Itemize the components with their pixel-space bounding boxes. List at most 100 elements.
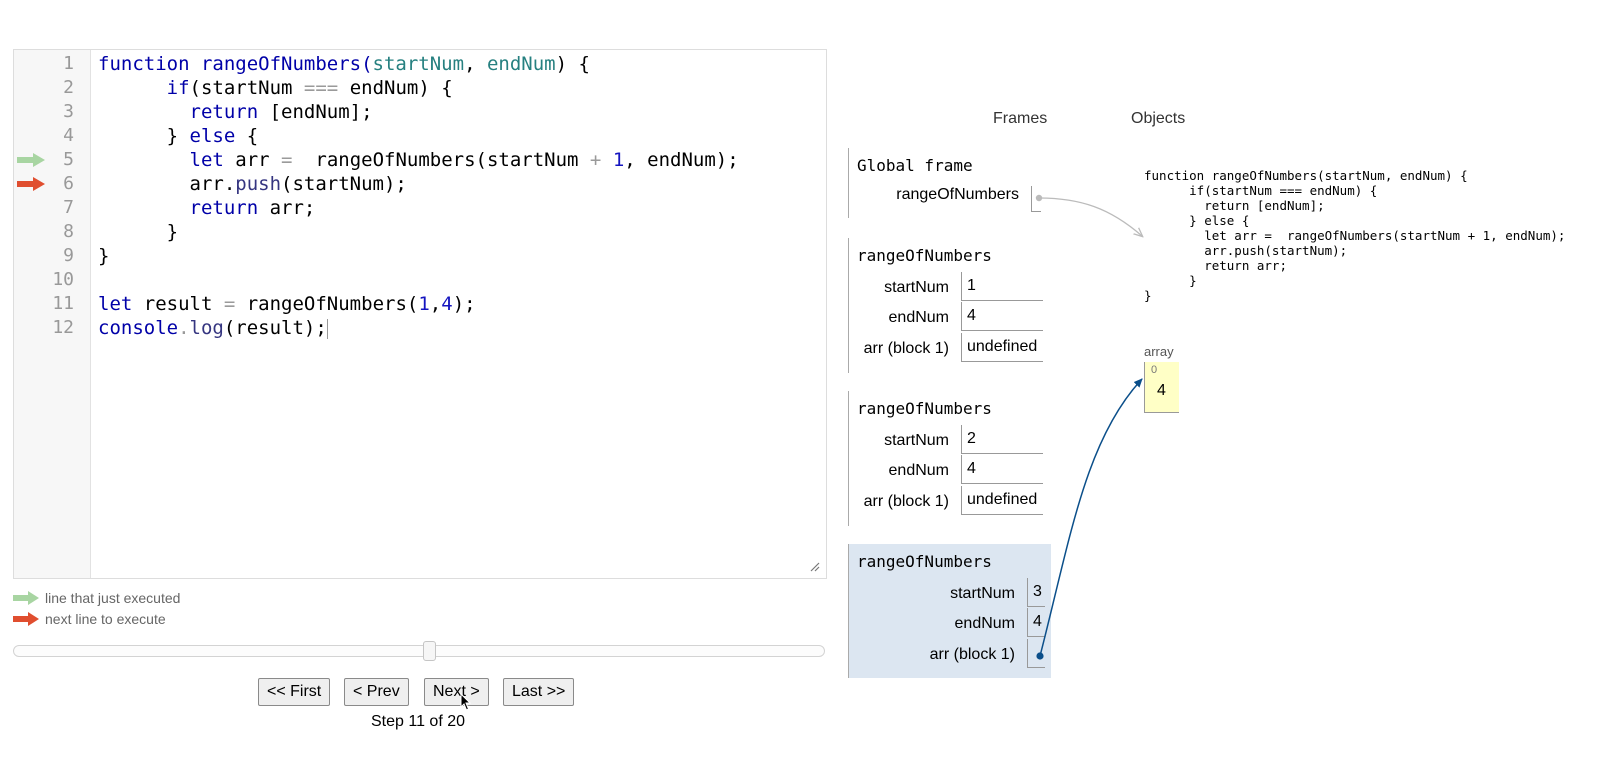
code-text: return arr; — [98, 196, 316, 220]
array-index: 0 — [1151, 364, 1158, 376]
step-counter: Step 11 of 20 — [371, 713, 465, 730]
code-token: return — [189, 101, 259, 123]
code-token: , — [464, 53, 487, 75]
global-pointer-arrow — [1038, 197, 1142, 236]
next-button[interactable]: Next > — [424, 678, 489, 706]
line-number: 1 — [63, 53, 74, 74]
code-token: arr; — [258, 197, 316, 219]
var-endNum: endNum — [888, 462, 949, 479]
var-arr: arr (block 1) — [863, 493, 949, 510]
var-startNum: startNum — [950, 585, 1015, 602]
code-line: 10 — [14, 268, 824, 292]
line-number: 9 — [63, 245, 74, 266]
code-token: rangeOfNumbers( — [235, 293, 419, 315]
mouse-cursor-icon — [460, 693, 472, 711]
code-token: result — [132, 293, 224, 315]
code-line: 4 } else { — [14, 124, 824, 148]
code-token: (result); — [223, 317, 327, 339]
value-arr: undefined — [961, 333, 1043, 362]
last-button[interactable]: Last >> — [503, 678, 575, 706]
legend-executed-label: line that just executed — [45, 590, 181, 606]
code-token: === — [303, 77, 339, 99]
code-token: ); — [452, 293, 476, 315]
global-var-rangeOfNumbers: rangeOfNumbers — [896, 186, 1019, 203]
code-token: else — [189, 125, 236, 147]
code-token: 1 — [612, 149, 625, 171]
code-token: } — [98, 245, 110, 267]
value-startNum: 3 — [1027, 578, 1045, 607]
text-cursor — [326, 318, 328, 339]
code-token: rangeOfNumbers( — [189, 53, 373, 75]
code-text: let arr = rangeOfNumbers(startNum + 1, e… — [98, 148, 739, 172]
code-token: console — [98, 317, 179, 339]
objects-heading: Objects — [1131, 110, 1186, 127]
code-text: return [endNum]; — [98, 100, 373, 124]
code-token: push — [235, 173, 282, 195]
code-token: endNum) { — [338, 77, 453, 99]
code-token: ) { — [555, 53, 590, 75]
code-token: rangeOfNumbers(startNum — [292, 149, 590, 171]
code-token: } — [98, 221, 179, 243]
var-startNum: startNum — [884, 432, 949, 449]
code-line: 3 return [endNum]; — [14, 100, 824, 124]
code-token: startNum — [372, 53, 465, 75]
code-token: + — [589, 149, 602, 171]
line-number: 4 — [63, 125, 74, 146]
code-text: console.log(result); — [98, 316, 328, 340]
code-text: } else { — [98, 124, 259, 148]
code-token: log — [189, 317, 224, 339]
code-token: = — [281, 149, 293, 171]
code-token: , — [429, 293, 442, 315]
call-frame-3-active: rangeOfNumbers startNum 3 endNum 4 arr (… — [848, 544, 1051, 678]
frame-title: rangeOfNumbers — [857, 399, 992, 418]
value-endNum: 4 — [1027, 608, 1045, 637]
line-number: 2 — [63, 77, 74, 98]
frame-title: rangeOfNumbers — [857, 552, 992, 571]
var-arr: arr (block 1) — [929, 646, 1015, 663]
code-line: 9} — [14, 244, 824, 268]
var-endNum: endNum — [954, 615, 1015, 632]
value-startNum: 1 — [961, 272, 1043, 301]
code-token: } — [98, 125, 190, 147]
call-frame-2: rangeOfNumbers startNum 2 endNum 4 arr (… — [848, 391, 1043, 526]
line-number: 7 — [63, 197, 74, 218]
var-arr: arr (block 1) — [863, 340, 949, 357]
code-line: 2 if(startNum === endNum) { — [14, 76, 824, 100]
value-endNum: 4 — [961, 455, 1043, 484]
call-frame-1: rangeOfNumbers startNum 1 endNum 4 arr (… — [848, 238, 1043, 373]
arr-pointer-box — [1027, 639, 1045, 668]
code-token: arr. — [98, 173, 236, 195]
resize-grip-icon[interactable] — [810, 562, 820, 572]
value-endNum: 4 — [961, 302, 1043, 331]
code-line: 5 let arr = rangeOfNumbers(startNum + 1,… — [14, 148, 824, 172]
step-slider-handle[interactable] — [423, 641, 436, 661]
green-arrow-icon — [13, 591, 39, 605]
legend-executed: line that just executed — [13, 589, 180, 607]
code-editor[interactable]: 1 function rangeOfNumbers(startNum, endNu… — [13, 49, 827, 579]
prev-button[interactable]: < Prev — [344, 678, 409, 706]
code-line: 1 function rangeOfNumbers(startNum, endNu… — [14, 52, 824, 76]
code-token: (startNum); — [281, 173, 407, 195]
array-value: 4 — [1157, 382, 1166, 399]
step-slider[interactable] — [13, 641, 825, 661]
code-line: 7 return arr; — [14, 196, 824, 220]
code-token: endNum — [486, 53, 556, 75]
var-startNum: startNum — [884, 279, 949, 296]
code-text: if(startNum === endNum) { — [98, 76, 453, 100]
line-number: 12 — [52, 317, 74, 338]
arr-pointer-arrow — [1039, 378, 1143, 657]
code-line: 11 let result = rangeOfNumbers(1,4); — [14, 292, 824, 316]
first-button[interactable]: << First — [258, 678, 331, 706]
red-arrow-icon — [13, 612, 39, 626]
code-token: function — [98, 53, 190, 75]
global-frame: Global frame rangeOfNumbers — [848, 148, 1041, 218]
code-token: 1 — [418, 293, 430, 315]
code-text: let result = rangeOfNumbers(1,4); — [98, 292, 476, 316]
value-startNum: 2 — [961, 425, 1043, 454]
code-text: function rangeOfNumbers(startNum, endNum… — [98, 52, 590, 76]
global-frame-title: Global frame — [857, 156, 973, 175]
legend-next-label: next line to execute — [45, 611, 166, 627]
